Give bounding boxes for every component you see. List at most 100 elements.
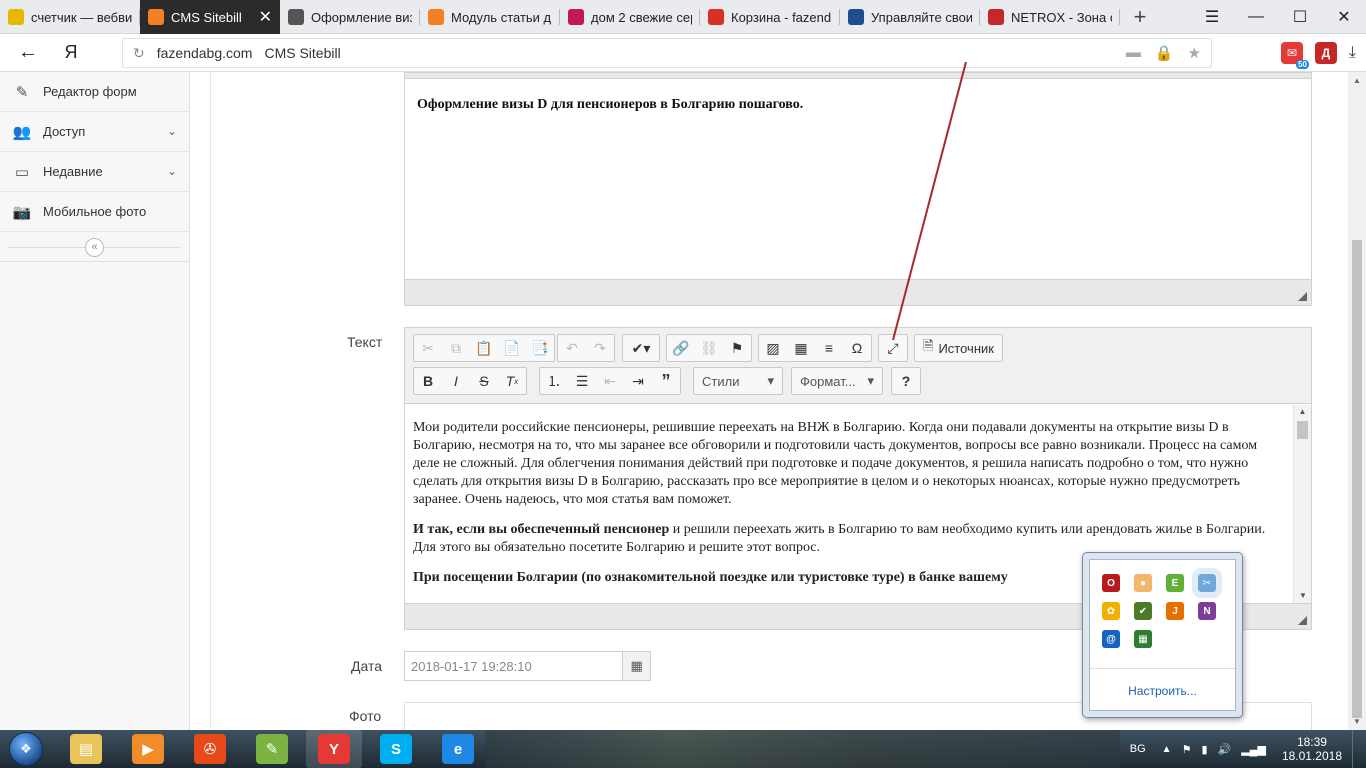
blockquote-icon[interactable]: ” — [652, 368, 680, 394]
redo-icon[interactable]: ↷ — [586, 335, 614, 361]
clock[interactable]: 18:39 18.01.2018 — [1282, 735, 1342, 763]
paste-icon[interactable]: 📋 — [470, 335, 498, 361]
show-desktop-button[interactable] — [1352, 730, 1366, 768]
numbered-list-icon[interactable]: ⒈ — [540, 368, 568, 394]
sitebill-icon — [428, 9, 444, 25]
strike-icon[interactable]: S — [470, 368, 498, 394]
close-tab-icon[interactable]: ✕ — [259, 7, 272, 27]
sidebar-item[interactable]: ▭ Недавние ⌄ — [0, 152, 189, 192]
paste-text-icon[interactable]: 📄 — [498, 335, 526, 361]
reload-icon[interactable]: ↻ — [133, 45, 145, 62]
browser-tab[interactable]: Модуль статьи д — [420, 0, 560, 34]
copy-icon[interactable]: ⧉ — [442, 335, 470, 361]
browser-tab[interactable]: Оформление виз — [280, 0, 420, 34]
browser-tab[interactable]: Управляйте свои — [840, 0, 980, 34]
start-button[interactable]: ❖ — [0, 730, 52, 768]
flower-icon[interactable]: ✿ — [1102, 602, 1120, 620]
maximize-icon[interactable]: ☐ — [1278, 7, 1322, 27]
browser-tab[interactable]: счетчик — вебви — [0, 0, 140, 34]
flag-icon[interactable]: ⚑ — [1182, 743, 1192, 756]
page-scroll-thumb[interactable] — [1352, 240, 1362, 718]
minimize-icon[interactable]: — — [1234, 8, 1278, 26]
show-hidden-icons-icon[interactable]: ▲ — [1162, 744, 1172, 755]
editor-scroll-thumb[interactable] — [1297, 421, 1308, 439]
avg-icon[interactable]: ▦ — [1134, 630, 1152, 648]
sidebar-item[interactable]: 📷 Мобильное фото — [0, 192, 189, 232]
outdent-icon[interactable]: ⇤ — [596, 368, 624, 394]
bold-icon[interactable]: B — [414, 368, 442, 394]
format-combo[interactable]: Формат... ▾ — [791, 367, 883, 395]
sidebar-item[interactable]: ✎ Редактор форм — [0, 72, 189, 112]
taskbar-app[interactable]: Y — [306, 730, 362, 768]
source-button[interactable]: 🗎 Источник — [915, 335, 1002, 361]
taskbar-app[interactable]: e — [430, 730, 486, 768]
taskbar-app[interactable]: ✎ — [244, 730, 300, 768]
horizontal-line-icon[interactable]: ≡ — [815, 335, 843, 361]
paste-word-icon[interactable]: 📑 — [526, 335, 554, 361]
anchor-flag-icon[interactable]: ⚑ — [723, 335, 751, 361]
download-icon[interactable]: ⤓ — [1349, 44, 1356, 62]
language-indicator[interactable]: BG — [1130, 743, 1146, 755]
intro-editor-content[interactable]: Оформление визы D для пенсионеров в Болг… — [405, 79, 1311, 131]
taskbar-app[interactable]: ✇ — [182, 730, 238, 768]
browser-tab[interactable]: дом 2 свежие сер — [560, 0, 700, 34]
spellcheck-icon[interactable]: ✔▾ — [623, 335, 659, 361]
url-field[interactable]: ↻ fazendabg.com CMS Sitebill ▬ 🔒 ★ — [122, 38, 1212, 68]
taskbar-app[interactable]: ▶ — [120, 730, 176, 768]
sidebar-item[interactable]: 👥 Доступ ⌄ — [0, 112, 189, 152]
undo-icon[interactable]: ↶ — [558, 335, 586, 361]
comment-icon[interactable]: ▬ — [1126, 44, 1141, 62]
at-icon[interactable]: @ — [1102, 630, 1120, 648]
table-icon[interactable]: ▦ — [787, 335, 815, 361]
italic-icon[interactable]: I — [442, 368, 470, 394]
cut-icon[interactable]: ✂ — [414, 335, 442, 361]
page-scroll-down-icon[interactable]: ▼ — [1348, 717, 1366, 726]
onenote-icon[interactable]: N — [1198, 602, 1216, 620]
snipping-icon[interactable]: ✂ — [1192, 568, 1222, 598]
scroll-down-icon[interactable]: ▼ — [1294, 589, 1312, 603]
browser-tab[interactable]: Корзина - fazend — [700, 0, 840, 34]
link-icon[interactable]: 🔗 — [667, 335, 695, 361]
evernote-icon[interactable]: E — [1166, 574, 1184, 592]
network-icon[interactable]: ▂▄▆ — [1241, 743, 1266, 756]
image-icon[interactable]: ▨ — [759, 335, 787, 361]
editor-scrollbar[interactable]: ▲ ▼ — [1293, 405, 1311, 603]
intro-editor[interactable]: Оформление визы D для пенсионеров в Болг… — [404, 72, 1312, 306]
back-button[interactable]: ← — [0, 41, 56, 64]
browser-tab[interactable]: CMS Sitebill ✕ — [140, 0, 280, 34]
lock-icon[interactable]: 🔒 — [1155, 44, 1174, 62]
close-window-icon[interactable]: ✕ — [1322, 7, 1366, 27]
browser-tab[interactable]: NETROX - Зона о — [980, 0, 1120, 34]
opera-icon[interactable]: O — [1102, 574, 1120, 592]
d-icon[interactable]: Д — [1314, 42, 1337, 64]
bulleted-list-icon[interactable]: ☰ — [568, 368, 596, 394]
bookmark-star-icon[interactable]: ★ — [1188, 44, 1201, 62]
menu-icon[interactable]: ☰ — [1190, 7, 1234, 27]
page-scrollbar[interactable]: ▲ ▼ — [1348, 72, 1366, 730]
java-icon[interactable]: J — [1166, 602, 1184, 620]
taskbar-app[interactable]: ▤ — [58, 730, 114, 768]
resize-handle-icon[interactable] — [1298, 616, 1307, 625]
cheese-icon[interactable]: ● — [1134, 574, 1152, 592]
volume-icon[interactable]: 🔊 — [1218, 743, 1232, 756]
resize-handle-icon[interactable] — [1298, 292, 1307, 301]
yandex-icon[interactable]: Я — [56, 42, 86, 63]
collapse-sidebar-button[interactable]: « — [85, 238, 104, 257]
remove-format-icon[interactable]: Tx — [498, 368, 526, 394]
configure-link[interactable]: Настроить... — [1090, 684, 1235, 698]
maximize-icon[interactable]: ⤢ — [879, 335, 907, 361]
checker-icon[interactable]: ✔ — [1134, 602, 1152, 620]
help-button[interactable]: ? — [892, 368, 920, 394]
new-tab-button[interactable]: + — [1120, 0, 1160, 33]
special-char-icon[interactable]: Ω — [843, 335, 871, 361]
scroll-up-icon[interactable]: ▲ — [1294, 405, 1311, 419]
mail-icon[interactable]: ✉ 50 — [1280, 42, 1309, 69]
calendar-icon[interactable]: ▦ — [622, 652, 650, 680]
styles-combo[interactable]: Стили ▾ — [693, 367, 783, 395]
device-icon[interactable]: ▮ — [1201, 743, 1207, 756]
page-scroll-up-icon[interactable]: ▲ — [1348, 76, 1366, 85]
taskbar-app[interactable]: S — [368, 730, 424, 768]
indent-icon[interactable]: ⇥ — [624, 368, 652, 394]
unlink-icon[interactable]: ⛓ — [695, 335, 723, 361]
date-input[interactable] — [405, 652, 623, 680]
